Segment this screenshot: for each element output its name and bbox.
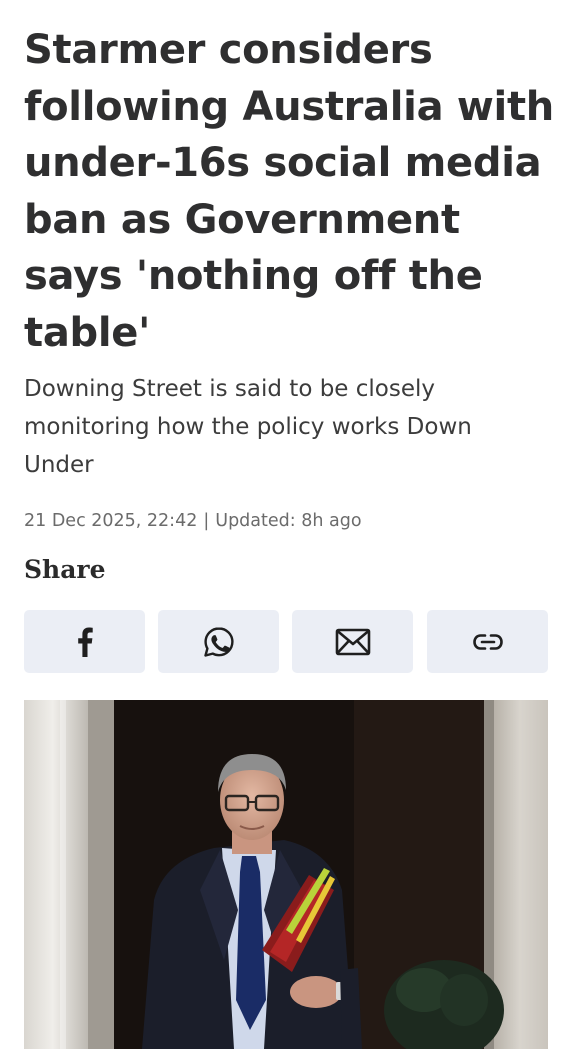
email-icon (335, 628, 371, 656)
standfirst: Downing Street is said to be closely mon… (24, 376, 472, 478)
share-email-button[interactable] (292, 610, 413, 673)
updated-time: Updated: 8h ago (215, 511, 362, 531)
article-meta: 21 Dec 2025, 22:42 | Updated: 8h ago (24, 508, 362, 534)
meta-separator: | (203, 511, 210, 531)
article-photo (24, 700, 548, 1049)
link-icon (472, 632, 504, 652)
whatsapp-icon (202, 625, 236, 659)
headline: Starmer considers following Australia wi… (24, 27, 554, 356)
share-facebook-button[interactable] (24, 610, 145, 673)
facebook-icon (77, 627, 93, 657)
article: Starmer considers following Australia wi… (0, 0, 574, 1053)
share-link-button[interactable] (427, 610, 548, 673)
publish-date: 21 Dec 2025, 22:42 (24, 511, 198, 531)
share-buttons (24, 610, 548, 673)
share-whatsapp-button[interactable] (158, 610, 279, 673)
share-label: Share (24, 555, 106, 584)
